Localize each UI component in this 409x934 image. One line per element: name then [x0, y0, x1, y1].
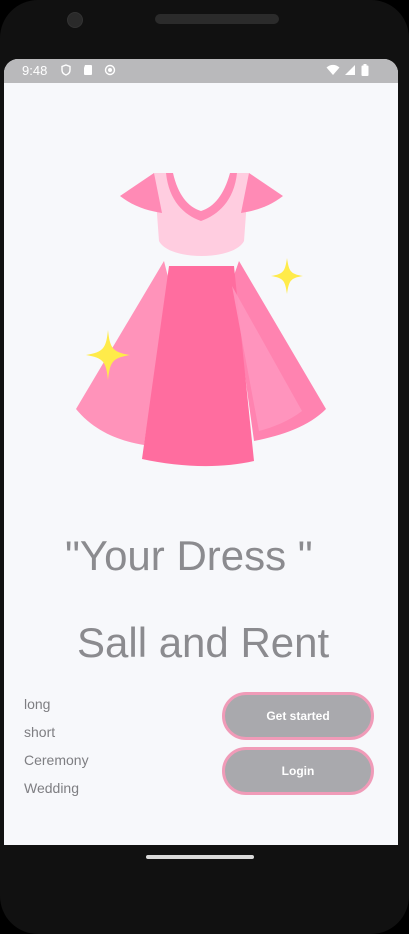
category-ceremony[interactable]: Ceremony [24, 751, 89, 779]
battery-icon [361, 64, 369, 76]
category-long[interactable]: long [24, 695, 89, 723]
earpiece-speaker [155, 14, 279, 24]
shield-icon [61, 64, 71, 76]
category-list: long short Ceremony Wedding [24, 695, 89, 807]
home-indicator[interactable] [146, 855, 254, 859]
sd-card-icon [84, 65, 92, 75]
login-button[interactable]: Login [222, 747, 374, 795]
sparkle-icon-left [86, 330, 130, 380]
phone-frame: 9:48 "Your Dress " Sall and Rent long sh… [0, 0, 409, 934]
category-wedding[interactable]: Wedding [24, 779, 89, 807]
category-short[interactable]: short [24, 723, 89, 751]
status-time: 9:48 [22, 63, 48, 78]
headline-your-dress: "Your Dress " [65, 532, 313, 579]
signal-icon [345, 65, 355, 75]
record-icon [104, 64, 116, 76]
sparkle-icon-right [271, 258, 303, 294]
dress-illustration [76, 173, 326, 467]
status-bar: 9:48 [4, 59, 398, 83]
get-started-button[interactable]: Get started [222, 692, 374, 740]
front-camera [67, 12, 83, 28]
headline-sell-and-rent: Sall and Rent [77, 619, 330, 666]
app-screen: 9:48 "Your Dress " Sall and Rent long sh… [4, 59, 398, 845]
wifi-icon [326, 64, 340, 75]
